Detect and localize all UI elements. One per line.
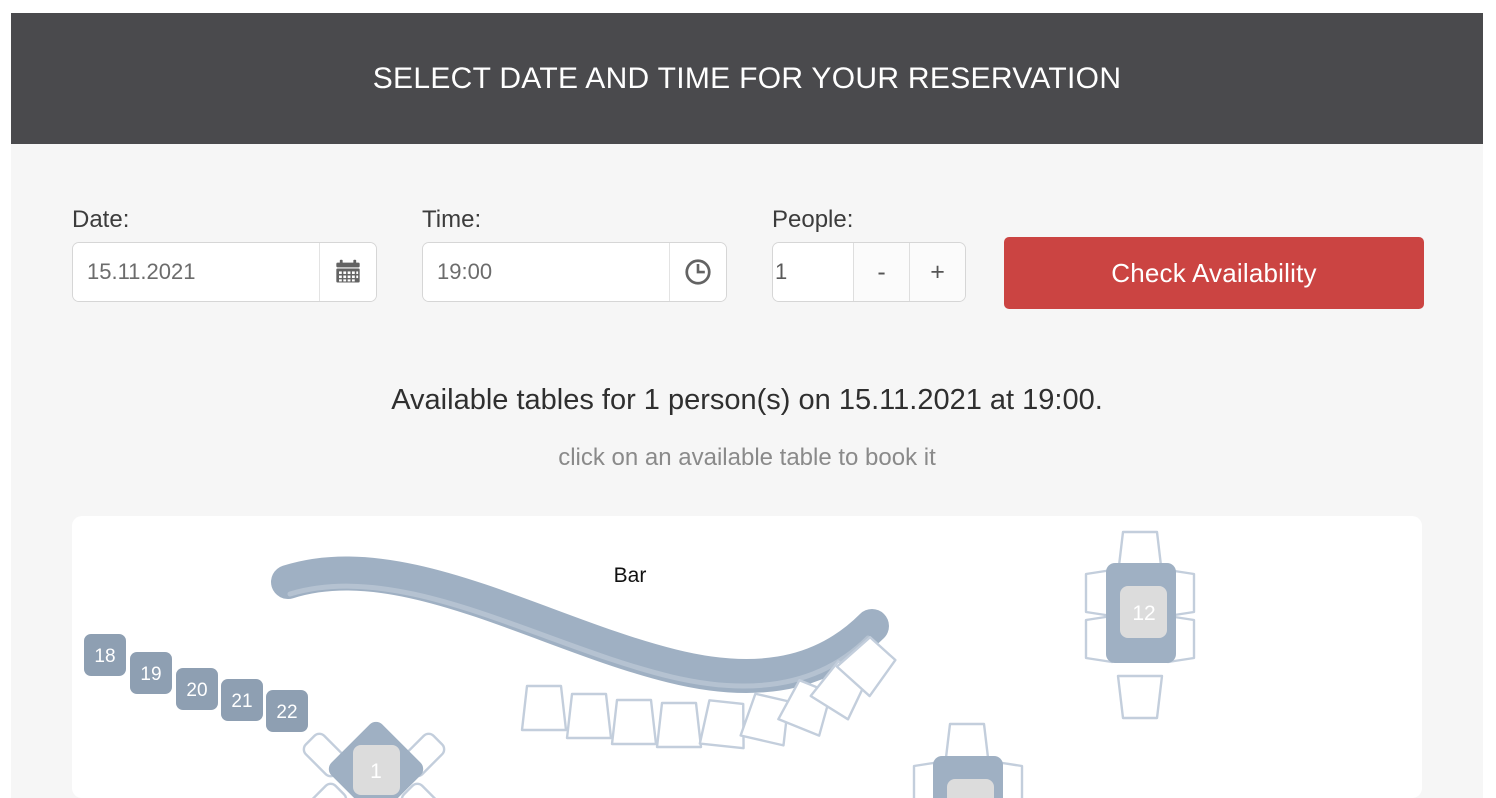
people-increment-button[interactable]: +: [909, 243, 965, 301]
bar-room-label: Bar: [614, 564, 647, 587]
time-label: Time:: [422, 206, 482, 233]
bar-seat[interactable]: 20: [176, 668, 218, 710]
floorplan-panel: Bar 18 19 20 21 22 1 12: [72, 516, 1422, 798]
bar-seat-label: 20: [186, 680, 207, 701]
bar-counter: [271, 556, 889, 693]
table-12-label: 12: [1132, 602, 1155, 625]
page-title: SELECT DATE AND TIME FOR YOUR RESERVATIO…: [372, 61, 1122, 95]
bar-seat-label: 18: [94, 646, 115, 667]
date-field-group: Date:: [72, 206, 377, 302]
people-count-input[interactable]: [773, 243, 853, 301]
people-field-group: People: - +: [772, 206, 966, 302]
time-input[interactable]: [423, 243, 669, 301]
bar-seat[interactable]: 18: [84, 634, 126, 676]
bar-seat-label: 19: [140, 664, 161, 685]
table-13[interactable]: 13: [912, 722, 1024, 798]
floorplan-canvas[interactable]: Bar 18 19 20 21 22 1 12: [72, 516, 1422, 798]
availability-hint: click on an available table to book it: [558, 444, 936, 471]
date-input-group[interactable]: [72, 242, 377, 302]
bar-seat[interactable]: 21: [221, 679, 263, 721]
bar-seat[interactable]: 19: [130, 652, 172, 694]
people-label: People:: [772, 206, 854, 233]
page-header: SELECT DATE AND TIME FOR YOUR RESERVATIO…: [11, 13, 1483, 144]
people-stepper[interactable]: - +: [772, 242, 966, 302]
check-availability-button[interactable]: Check Availability: [1004, 237, 1424, 309]
time-input-group[interactable]: [422, 242, 727, 302]
date-label: Date:: [72, 206, 130, 233]
calendar-icon[interactable]: [319, 243, 376, 301]
table-1-label: 1: [370, 760, 382, 783]
bar-seat[interactable]: 22: [266, 690, 308, 732]
reservation-body: Date: 15.11.2021 Time: 19:00 People: 1 -…: [11, 144, 1483, 798]
clock-icon[interactable]: [669, 243, 726, 301]
reservation-page: SELECT DATE AND TIME FOR YOUR RESERVATIO…: [0, 0, 1496, 798]
table-12[interactable]: 12: [1084, 530, 1196, 720]
availability-message: Available tables for 1 person(s) on 15.1…: [391, 384, 1103, 416]
date-input[interactable]: [73, 243, 319, 301]
bar-seat-label: 21: [231, 691, 252, 712]
time-field-group: Time:: [422, 206, 727, 302]
bar-seat-group[interactable]: 18 19 20 21 22: [84, 634, 308, 732]
bar-seat-label: 22: [276, 702, 297, 723]
table-1[interactable]: 1: [301, 718, 447, 798]
people-decrement-button[interactable]: -: [853, 243, 909, 301]
